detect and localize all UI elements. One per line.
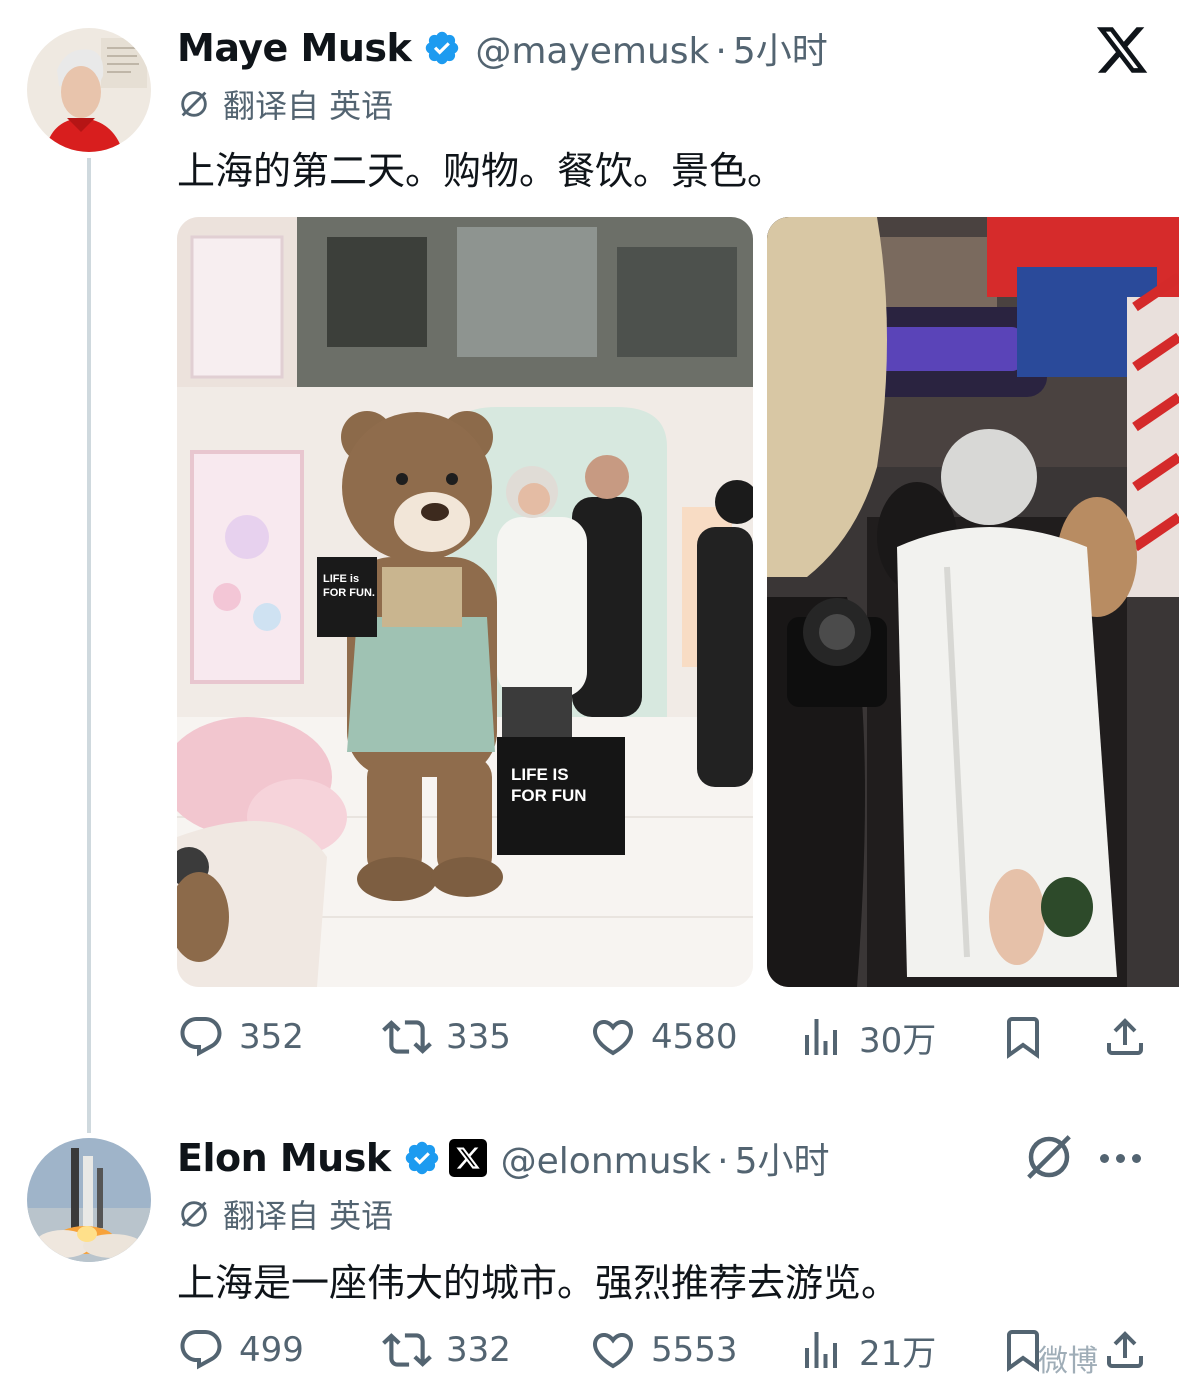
repost-icon — [382, 1020, 432, 1054]
reply-count: 499 — [239, 1330, 304, 1370]
like-icon — [592, 1020, 634, 1056]
avatar-maye-musk[interactable] — [27, 28, 151, 152]
more-icon[interactable] — [1100, 1140, 1141, 1176]
timestamp[interactable]: 5小时 — [733, 31, 828, 72]
reply-button[interactable]: 352 — [177, 1007, 304, 1067]
display-name[interactable]: Elon Musk — [177, 1136, 391, 1180]
repost-button[interactable]: 335 — [382, 1007, 511, 1067]
handle[interactable]: @mayemusk — [475, 31, 709, 72]
bookmark-button[interactable] — [999, 1007, 1047, 1067]
share-button[interactable] — [1101, 1320, 1149, 1380]
translated-text: 翻译自 英语 — [223, 1197, 394, 1235]
like-button[interactable]: 5553 — [589, 1320, 738, 1380]
handle-and-time: @mayemusk · 5小时 — [475, 22, 827, 74]
share-icon — [1107, 1018, 1143, 1055]
like-icon — [592, 1333, 634, 1369]
views-icon — [805, 1019, 837, 1055]
x-logo-icon — [1096, 27, 1148, 73]
display-name[interactable]: Maye Musk — [177, 26, 412, 70]
bookmark-icon — [1007, 1017, 1039, 1059]
views-button[interactable]: 30万 — [797, 1007, 936, 1067]
repost-count: 335 — [446, 1017, 511, 1057]
views-icon — [805, 1332, 837, 1368]
share-button[interactable] — [1101, 1007, 1149, 1067]
tweet-header: Maye Musk @mayemusk · 5小时 — [177, 18, 828, 78]
reply-icon — [180, 1330, 222, 1370]
repost-count: 332 — [446, 1330, 511, 1370]
bag-text-line-2: FOR FUN — [511, 786, 587, 805]
repost-button[interactable]: 332 — [382, 1320, 511, 1380]
reply-button[interactable]: 499 — [177, 1320, 304, 1380]
timestamp[interactable]: 5小时 — [735, 1141, 830, 1182]
share-icon — [1107, 1331, 1143, 1368]
tweet-photo-2[interactable] — [767, 217, 1179, 987]
handle[interactable]: @elonmusk — [501, 1141, 711, 1182]
tweet-actions: 352 335 4580 30万 — [177, 1007, 1157, 1067]
tweet-header: Elon Musk @elonmusk · 5小时 — [177, 1128, 829, 1188]
views-count: 30万 — [859, 1020, 937, 1061]
translated-from-label[interactable]: 翻译自 英语 — [177, 82, 393, 126]
translate-icon — [181, 1201, 207, 1227]
grok-icon[interactable] — [1022, 1130, 1076, 1184]
translated-from-label[interactable]: 翻译自 英语 — [177, 1192, 393, 1236]
x-logo-icon — [455, 1147, 480, 1169]
small-bag-text-line-1: LIFE is — [323, 573, 359, 585]
handle-and-time: @elonmusk · 5小时 — [501, 1132, 830, 1184]
repost-icon — [382, 1333, 432, 1367]
separator: · — [717, 1141, 729, 1182]
verified-badge-icon — [426, 31, 459, 65]
translate-icon — [181, 91, 207, 117]
tweet-photo-1[interactable]: LIFE IS FOR FUN LIFE is FOR FUN. — [177, 217, 753, 987]
like-button[interactable]: 4580 — [589, 1007, 738, 1067]
avatar-elon-musk[interactable] — [27, 1138, 151, 1262]
weibo-watermark: 微博 — [1038, 1344, 1098, 1379]
affiliation-badge[interactable] — [448, 1139, 487, 1177]
reply-count: 352 — [239, 1017, 304, 1057]
reply-icon — [180, 1017, 222, 1057]
thread-connector-line — [87, 158, 91, 1133]
tweet-actions: 499 332 5553 21万 — [177, 1320, 1157, 1380]
like-count: 4580 — [651, 1017, 738, 1057]
translated-text: 翻译自 英语 — [223, 87, 394, 125]
like-count: 5553 — [651, 1330, 738, 1370]
views-button[interactable]: 21万 — [797, 1320, 936, 1380]
bag-text-line-1: LIFE IS — [511, 765, 569, 784]
separator: · — [715, 31, 727, 72]
small-bag-text-line-2: FOR FUN. — [323, 587, 375, 599]
tweet-text: 上海是一座伟大的城市。强烈推荐去游览。 — [177, 1261, 900, 1305]
verified-badge-icon — [405, 1141, 438, 1175]
views-count: 21万 — [859, 1333, 937, 1374]
tweet-text: 上海的第二天。购物。餐饮。景色。 — [177, 149, 786, 193]
